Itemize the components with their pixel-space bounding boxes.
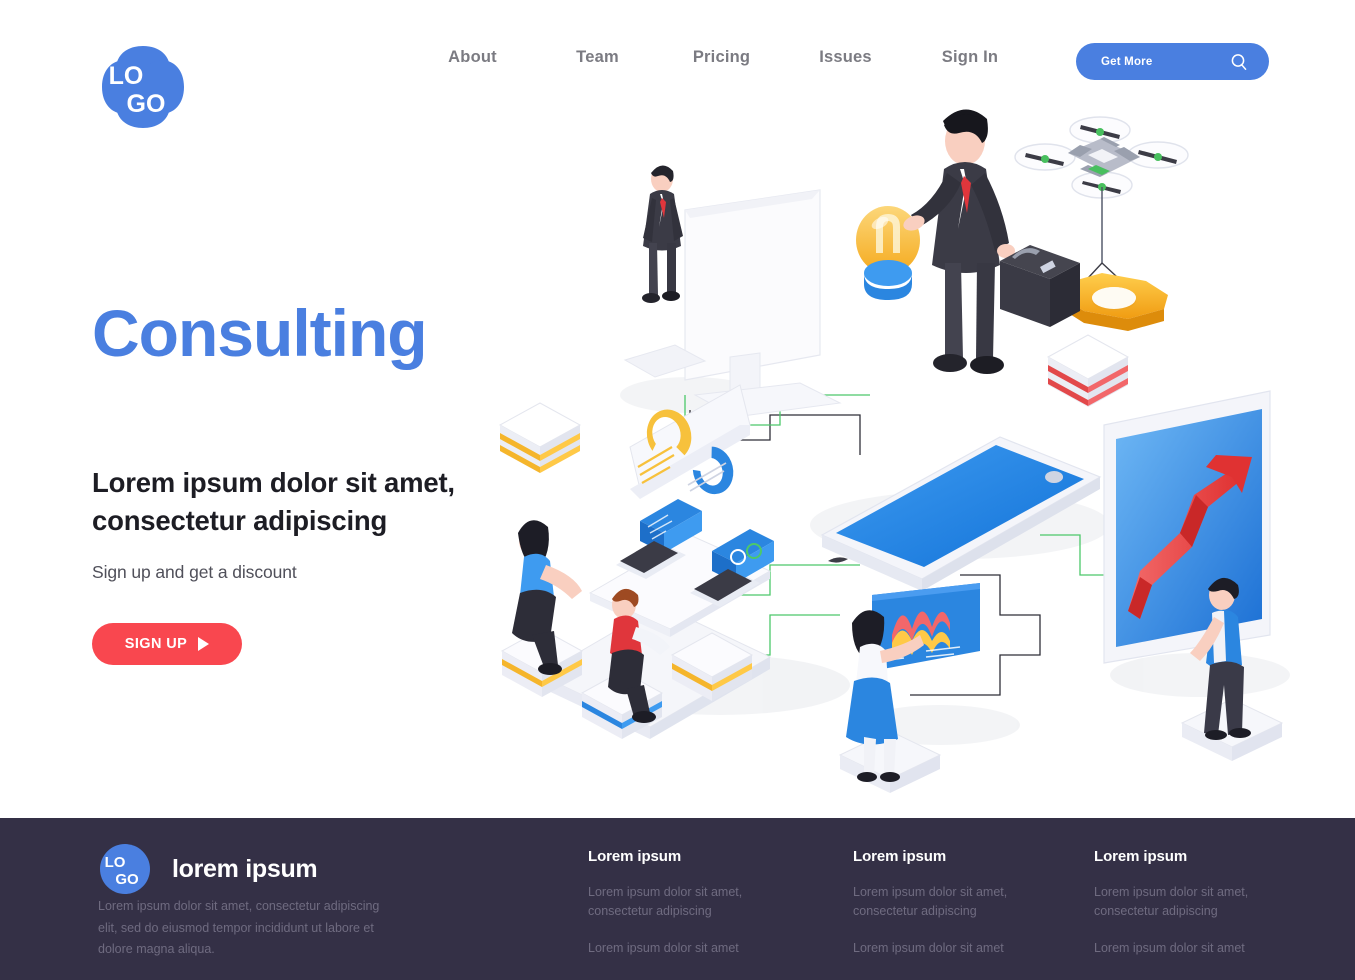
footer-column-1: Lorem ipsum Lorem ipsum dolor sit amet, … — [588, 848, 778, 957]
logo-text-bottom: GO — [127, 90, 166, 118]
illustration-canvas — [498, 109, 1290, 793]
footer-link[interactable]: Lorem ipsum dolor sit amet, consectetur … — [588, 883, 778, 921]
footer-column-title: Lorem ipsum — [588, 848, 682, 865]
search-icon — [1231, 54, 1247, 70]
sign-up-button[interactable]: SIGN UP — [92, 622, 242, 665]
footer-link[interactable]: Lorem ipsum dolor sit amet — [1094, 939, 1284, 958]
nav-item-about[interactable]: About — [410, 48, 535, 67]
footer-about-text: Lorem ipsum dolor sit amet, consectetur … — [98, 899, 380, 956]
footer-link[interactable]: Lorem ipsum dolor sit amet — [588, 939, 778, 958]
get-more-label: Get More — [1101, 55, 1153, 68]
footer-column-2: Lorem ipsum Lorem ipsum dolor sit amet, … — [853, 848, 1043, 957]
sign-up-label: SIGN UP — [124, 635, 188, 652]
landing-page: LO GO About Team Pricing Issues Sign In … — [0, 0, 1355, 980]
footer-logo-icon: LO GO — [100, 844, 150, 894]
footer-logo-text-bottom: GO — [115, 871, 139, 888]
footer-column-title: Lorem ipsum — [853, 848, 947, 865]
footer-brand-name: lorem ipsum — [172, 854, 318, 883]
nav-item-sign-in[interactable]: Sign In — [908, 48, 1032, 67]
footer-link[interactable]: Lorem ipsum dolor sit amet — [853, 939, 1043, 958]
nav-item-issues[interactable]: Issues — [783, 48, 908, 67]
briefcase-icon — [1000, 245, 1080, 327]
main-navigation: About Team Pricing Issues Sign In — [410, 48, 1032, 67]
nav-item-team[interactable]: Team — [535, 48, 660, 67]
nav-item-pricing[interactable]: Pricing — [660, 48, 783, 67]
footer-column-title: Lorem ipsum — [1094, 848, 1188, 865]
footer-link[interactable]: Lorem ipsum dolor sit amet, consectetur … — [853, 883, 1043, 921]
growth-chart-screen — [1103, 390, 1271, 664]
footer-link[interactable]: Lorem ipsum dolor sit amet, consectetur … — [1094, 883, 1284, 921]
logo-text-top: LO — [109, 62, 144, 90]
footer-brand[interactable]: LO GO lorem ipsum — [98, 842, 318, 896]
stacked-blocks-red — [1046, 334, 1130, 407]
hero-subtitle: Lorem ipsum dolor sit amet, consectetur … — [92, 467, 455, 536]
play-icon — [198, 636, 210, 651]
footer-column-3: Lorem ipsum Lorem ipsum dolor sit amet, … — [1094, 848, 1284, 957]
footer-logo-text-top: LO — [105, 854, 126, 871]
site-footer: LO GO lorem ipsum Lorem ipsum dolor sit … — [0, 818, 1355, 980]
logo-icon: LO GO — [102, 46, 184, 128]
stacked-blocks-yellow — [498, 402, 582, 473]
get-more-button[interactable]: Get More — [1076, 43, 1269, 80]
logo[interactable]: LO GO — [98, 42, 188, 132]
isometric-consulting-illustration — [440, 95, 1340, 815]
